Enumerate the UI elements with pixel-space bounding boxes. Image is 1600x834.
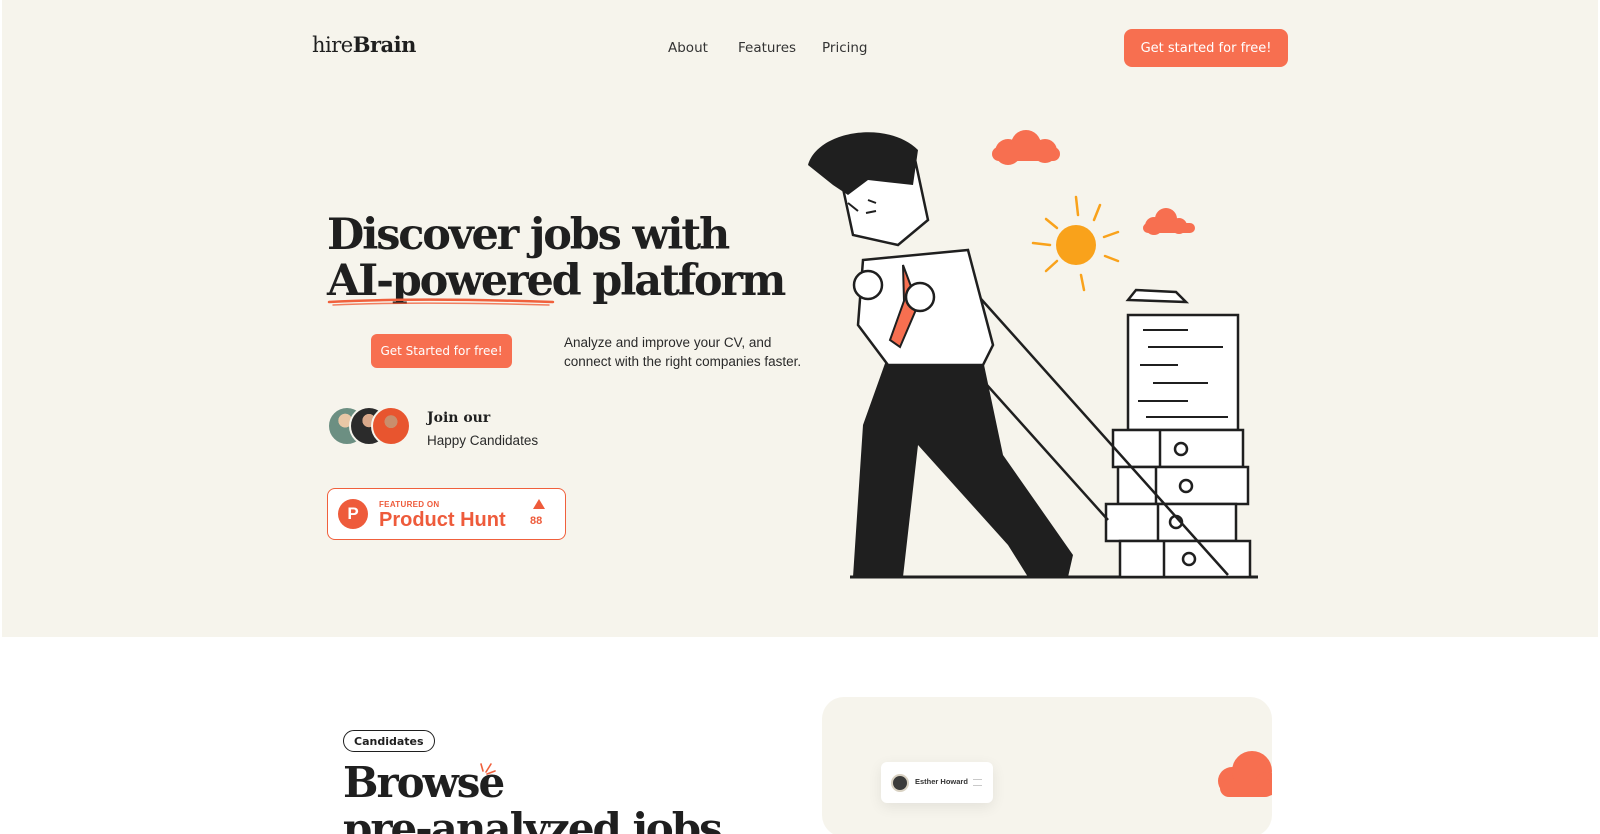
- nav-pricing[interactable]: Pricing: [822, 40, 868, 56]
- cloud-icon: [1143, 208, 1195, 235]
- hero-section: [2, 0, 1598, 637]
- nav-about[interactable]: About: [668, 40, 708, 56]
- join-subtitle: Happy Candidates: [427, 433, 539, 448]
- section-title-line-2: pre-analyzed jobs: [343, 804, 723, 834]
- hero-headline: Discover jobs with AI-powered platform: [327, 210, 786, 306]
- cloud-icon: [1218, 751, 1272, 797]
- candidate-avatars: [327, 406, 413, 448]
- upvote-arrow-icon: [533, 499, 545, 509]
- file-cabinet-icon: [1104, 288, 1252, 579]
- man-figure: [808, 132, 1073, 577]
- headline-line-1: Discover jobs with: [327, 210, 730, 260]
- menu-icon[interactable]: [973, 779, 982, 786]
- nav-features[interactable]: Features: [738, 40, 796, 56]
- ph-featured-label: FEATURED ON: [379, 500, 440, 509]
- join-title: Join our: [427, 410, 491, 426]
- headline-line-2: AI-powered platform: [327, 256, 786, 306]
- candidates-pill: Candidates: [343, 730, 435, 752]
- header-get-started-button[interactable]: Get started for free!: [1124, 29, 1288, 67]
- avatar: [891, 774, 909, 792]
- hero-description: Analyze and improve your CV, and connect…: [564, 335, 802, 369]
- accent-shape-icon: [822, 825, 831, 834]
- sun-icon: [1031, 195, 1120, 292]
- section-title-line-1: Browse: [343, 758, 505, 807]
- candidate-card[interactable]: Esther Howard: [881, 762, 993, 803]
- candidates-preview-panel: Esther Howard: [822, 697, 1272, 834]
- cloud-icon: [992, 130, 1060, 165]
- headline-rest-text: platform: [579, 256, 786, 306]
- product-hunt-logo-icon: P: [338, 499, 368, 529]
- underlined-phrase: AI-powered: [327, 258, 582, 306]
- candidate-name: Esther Howard: [915, 777, 968, 786]
- avatar: [371, 406, 411, 446]
- ph-name: Product Hunt: [379, 509, 506, 531]
- logo[interactable]: hireBrain: [312, 32, 416, 57]
- scribble-underline-icon: [327, 298, 555, 306]
- ph-upvote-count: 88: [530, 515, 543, 527]
- hero-illustration: [808, 130, 1258, 579]
- hero-get-started-button[interactable]: Get Started for free!: [371, 334, 512, 368]
- product-hunt-badge[interactable]: P FEATURED ON Product Hunt 88: [327, 488, 566, 540]
- section-title: Browse pre-analyzed jobs: [343, 758, 723, 834]
